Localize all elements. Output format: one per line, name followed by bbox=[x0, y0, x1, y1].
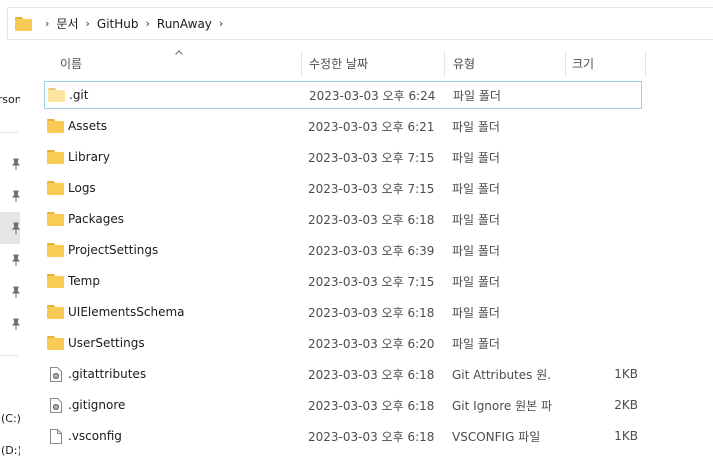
file-size: 2KB bbox=[614, 398, 638, 412]
file-date-modified: 2023-03-03 오후 6:21 bbox=[308, 119, 435, 134]
file-row[interactable]: Logs 2023-03-03 오후 7:15 파일 폴더 bbox=[44, 174, 642, 202]
pin-icon[interactable] bbox=[11, 318, 20, 330]
file-name[interactable]: Library bbox=[68, 150, 110, 164]
column-type[interactable]: 유형 bbox=[453, 48, 475, 78]
chevron-right-icon: › bbox=[85, 17, 90, 30]
breadcrumb-runaway[interactable]: RunAway bbox=[157, 17, 212, 31]
file-icon bbox=[50, 428, 62, 444]
file-name[interactable]: ProjectSettings bbox=[68, 243, 158, 257]
file-date-modified: 2023-03-03 오후 6:24 bbox=[309, 88, 436, 103]
file-name[interactable]: UIElementsSchema bbox=[68, 305, 185, 319]
file-size: 1KB bbox=[614, 429, 638, 443]
file-type: 파일 폴더 bbox=[453, 88, 501, 103]
folder-icon bbox=[47, 242, 64, 258]
sort-ascending-icon bbox=[175, 50, 183, 55]
file-row[interactable]: .gitignore 2023-03-03 오후 6:18 Git Ignore 원… bbox=[44, 391, 642, 419]
file-row[interactable]: .git 2023-03-03 오후 6:24 파일 폴더 bbox=[44, 81, 642, 109]
nav-item-drive-c[interactable]: (C:) bbox=[1, 412, 20, 425]
nav-divider bbox=[0, 132, 18, 133]
config-file-icon bbox=[50, 397, 62, 413]
file-row[interactable]: Library 2023-03-03 오후 7:15 파일 폴더 bbox=[44, 143, 642, 171]
column-name[interactable]: 이름 bbox=[60, 48, 82, 78]
file-name[interactable]: .git bbox=[69, 88, 88, 102]
file-date-modified: 2023-03-03 오후 6:18 bbox=[308, 429, 435, 444]
column-header: 이름 수정한 날짜 유형 크기 bbox=[44, 48, 713, 78]
file-row[interactable]: ProjectSettings 2023-03-03 오후 6:39 파일 폴더 bbox=[44, 236, 642, 264]
file-name[interactable]: Logs bbox=[68, 181, 96, 195]
file-type: VSCONFIG 파일 bbox=[452, 429, 541, 444]
folder-icon bbox=[47, 118, 64, 134]
config-file-icon bbox=[50, 366, 62, 382]
file-type: 파일 폴더 bbox=[452, 150, 500, 165]
folder-icon bbox=[47, 180, 64, 196]
chevron-right-icon[interactable]: › bbox=[219, 17, 223, 30]
navigation-pane: ersona (C:) (D:) bbox=[0, 40, 20, 469]
folder-icon bbox=[47, 149, 64, 165]
file-type: 파일 폴더 bbox=[452, 181, 500, 196]
file-name[interactable]: UserSettings bbox=[68, 336, 145, 350]
file-date-modified: 2023-03-03 오후 6:18 bbox=[308, 367, 435, 382]
file-row[interactable]: .vsconfig 2023-03-03 오후 6:18 VSCONFIG 파일 1K… bbox=[44, 422, 642, 450]
file-row[interactable]: UIElementsSchema 2023-03-03 오후 6:18 파일 폴더 bbox=[44, 298, 642, 326]
file-row[interactable]: Temp 2023-03-03 오후 7:15 파일 폴더 bbox=[44, 267, 642, 295]
file-date-modified: 2023-03-03 오후 7:15 bbox=[308, 274, 435, 289]
file-date-modified: 2023-03-03 오후 6:39 bbox=[308, 243, 435, 258]
file-name[interactable]: Assets bbox=[68, 119, 107, 133]
file-type: 파일 폴더 bbox=[452, 336, 500, 351]
file-row[interactable]: .gitattributes 2023-03-03 오후 6:18 Git Attr… bbox=[44, 360, 642, 388]
column-divider[interactable] bbox=[301, 51, 302, 77]
file-name[interactable]: .vsconfig bbox=[68, 429, 122, 443]
breadcrumb-github[interactable]: GitHub bbox=[97, 17, 139, 31]
pin-icon[interactable] bbox=[11, 286, 20, 298]
file-name[interactable]: .gitignore bbox=[68, 398, 125, 412]
file-type: 파일 폴더 bbox=[452, 274, 500, 289]
folder-icon bbox=[47, 335, 64, 351]
file-type: Git Ignore 원본 파... bbox=[452, 398, 552, 413]
column-date-modified[interactable]: 수정한 날짜 bbox=[309, 48, 368, 78]
file-date-modified: 2023-03-03 오후 6:18 bbox=[308, 305, 435, 320]
file-date-modified: 2023-03-03 오후 7:15 bbox=[308, 181, 435, 196]
file-date-modified: 2023-03-03 오후 7:15 bbox=[308, 150, 435, 165]
breadcrumb-documents[interactable]: 문서 bbox=[56, 15, 78, 32]
file-name[interactable]: .gitattributes bbox=[68, 367, 146, 381]
nav-divider bbox=[0, 355, 18, 356]
file-type: 파일 폴더 bbox=[452, 119, 500, 134]
file-type: 파일 폴더 bbox=[452, 305, 500, 320]
folder-icon bbox=[47, 273, 64, 289]
file-row[interactable]: Assets 2023-03-03 오후 6:21 파일 폴더 bbox=[44, 112, 642, 140]
chevron-right-icon: › bbox=[145, 17, 150, 30]
file-date-modified: 2023-03-03 오후 6:20 bbox=[308, 336, 435, 351]
column-size[interactable]: 크기 bbox=[572, 48, 594, 78]
folder-icon bbox=[47, 211, 64, 227]
folder-light-icon bbox=[48, 87, 65, 103]
pin-icon[interactable] bbox=[11, 158, 20, 170]
file-type: Git Attributes 원... bbox=[452, 367, 552, 382]
file-name[interactable]: Temp bbox=[68, 274, 100, 288]
file-row[interactable]: UserSettings 2023-03-03 오후 6:20 파일 폴더 bbox=[44, 329, 642, 357]
file-row[interactable]: Packages 2023-03-03 오후 6:18 파일 폴더 bbox=[44, 205, 642, 233]
pin-icon[interactable] bbox=[11, 222, 20, 234]
column-divider[interactable] bbox=[645, 51, 646, 77]
file-size: 1KB bbox=[614, 367, 638, 381]
file-name[interactable]: Packages bbox=[68, 212, 124, 226]
file-date-modified: 2023-03-03 오후 6:18 bbox=[308, 212, 435, 227]
file-date-modified: 2023-03-03 오후 6:18 bbox=[308, 398, 435, 413]
address-bar[interactable]: › 문서 › GitHub › RunAway › bbox=[7, 7, 713, 40]
nav-item-personal[interactable]: ersona bbox=[0, 93, 20, 106]
pin-icon[interactable] bbox=[11, 254, 20, 266]
folder-icon bbox=[15, 17, 32, 31]
pin-icon[interactable] bbox=[11, 190, 20, 202]
nav-item-drive-d[interactable]: (D:) bbox=[1, 444, 20, 457]
column-divider[interactable] bbox=[444, 51, 445, 77]
file-type: 파일 폴더 bbox=[452, 243, 500, 258]
chevron-right-icon: › bbox=[45, 17, 50, 30]
folder-icon bbox=[47, 304, 64, 320]
column-divider[interactable] bbox=[565, 51, 566, 77]
file-type: 파일 폴더 bbox=[452, 212, 500, 227]
